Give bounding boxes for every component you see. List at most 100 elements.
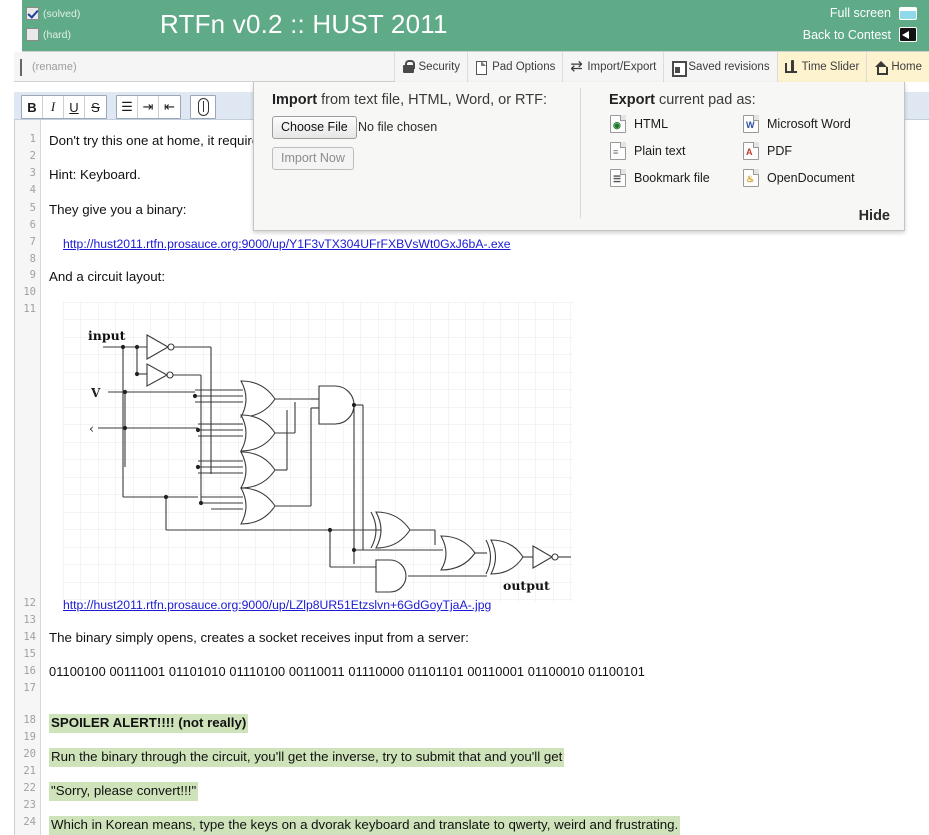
line-number: 13	[23, 614, 36, 626]
spoiler-alert-line: SPOILER ALERT!!!! (not really)	[49, 714, 249, 733]
lock-icon	[402, 60, 416, 74]
line-number: 10	[23, 286, 36, 298]
svg-text:‹: ‹	[89, 422, 94, 437]
save-icon	[671, 60, 688, 77]
doc-line-22: "Sorry, please convert!!!"	[49, 782, 199, 801]
line-number: 9	[29, 269, 36, 281]
line-number: 23	[23, 799, 36, 811]
export-html-label: HTML	[634, 117, 669, 131]
document-icon	[475, 60, 488, 75]
export-plaintext-option[interactable]: ≡ Plain text	[610, 142, 685, 160]
outdent-button[interactable]: ⇤	[159, 96, 180, 118]
home-icon	[874, 60, 889, 75]
line-number-gutter: 1 2 3 4 5 6 7 8 9 10 11 12 13 14 15 16 17 18 19 20 21 22 23 24	[15, 120, 41, 835]
list-button[interactable]: ☰	[117, 96, 138, 118]
line-number: 14	[23, 631, 36, 643]
line-number: 2	[29, 150, 36, 162]
hard-label: (hard)	[43, 28, 72, 41]
export-pdf-option[interactable]: A PDF	[743, 142, 792, 160]
no-file-chosen-label: No file chosen	[358, 120, 438, 134]
indent-button[interactable]: ⇥	[138, 96, 159, 118]
line-number: 12	[23, 597, 36, 609]
word-file-icon: W	[743, 115, 759, 133]
back-to-contest-link[interactable]: Back to Contest	[803, 28, 891, 42]
line-number: 8	[29, 253, 36, 265]
export-opendocument-option[interactable]: ♨ OpenDocument	[743, 169, 855, 187]
italic-button[interactable]: I	[43, 96, 64, 118]
pad-name-cursor	[20, 58, 22, 76]
solved-checkbox[interactable]	[26, 7, 39, 20]
bold-button[interactable]: B	[22, 96, 43, 118]
export-html-option[interactable]: ◉ HTML	[610, 115, 668, 133]
line-number: 1	[29, 133, 36, 145]
import-heading-rest: from text file, HTML, Word, or RTF:	[317, 92, 547, 108]
line-number: 4	[29, 184, 36, 196]
fullscreen-icon[interactable]	[899, 7, 917, 20]
bookmark-file-icon: ☰	[610, 169, 626, 187]
line-number: 15	[23, 648, 36, 660]
pad-menubar: (rename) Security Pad Options Import/Exp…	[0, 52, 929, 82]
text-style-group: B I U S	[21, 95, 107, 119]
line-number: 17	[23, 682, 36, 694]
tab-import-export[interactable]: Import/Export	[562, 52, 664, 82]
doc-line-5: They give you a binary:	[49, 202, 187, 217]
fullscreen-link[interactable]: Full screen	[830, 6, 891, 20]
attachment-button[interactable]	[191, 96, 215, 118]
export-bookmark-label: Bookmark file	[634, 171, 710, 185]
export-heading-strong: Export	[609, 92, 655, 108]
doc-line-9: And a circuit layout:	[49, 269, 166, 284]
export-bookmark-option[interactable]: ☰ Bookmark file	[610, 169, 710, 187]
back-arrow-icon[interactable]	[899, 27, 917, 42]
tab-security-label: Security	[418, 61, 461, 73]
list-indent-group: ☰ ⇥ ⇤	[116, 95, 181, 119]
export-word-option[interactable]: W Microsoft Word	[743, 115, 851, 133]
page-title: RTFn v0.2 :: HUST 2011	[160, 9, 448, 39]
circuit-input-label: input	[88, 328, 126, 343]
tab-time-slider[interactable]: Time Slider	[776, 52, 867, 82]
export-heading: Export current pad as:	[609, 92, 756, 108]
import-export-panel: Import from text file, HTML, Word, or RT…	[253, 82, 905, 231]
tab-pad-options[interactable]: Pad Options	[467, 52, 563, 82]
doc-line-20: Run the binary through the circuit, you'…	[49, 748, 565, 767]
line-number: 7	[29, 236, 36, 248]
binary-payload-line: 01100100 00111001 01101010 01110100 0011…	[49, 664, 646, 679]
pdf-file-icon: A	[743, 142, 759, 160]
line-number: 18	[23, 714, 36, 726]
tab-import-export-label: Import/Export	[587, 61, 657, 73]
underline-button[interactable]: U	[64, 96, 85, 118]
hard-flag-row[interactable]: (hard)	[26, 28, 71, 41]
strikethrough-button[interactable]: S	[85, 96, 106, 118]
rename-label[interactable]: (rename)	[32, 61, 77, 73]
circuit-svg: V ‹ input output	[63, 302, 573, 602]
hide-panel-link[interactable]: Hide	[859, 208, 890, 224]
line-number: 5	[29, 202, 36, 214]
text-file-icon: ≡	[610, 142, 626, 160]
line-number: 22	[23, 782, 36, 794]
line-number: 24	[23, 816, 36, 828]
solved-flag-row[interactable]: (solved)	[26, 7, 80, 20]
doc-line-13: The binary simply opens, creates a socke…	[49, 630, 469, 645]
import-now-button[interactable]: Import Now	[272, 147, 354, 170]
export-word-label: Microsoft Word	[767, 117, 851, 131]
panel-divider	[580, 88, 581, 218]
tab-security[interactable]: Security	[393, 52, 468, 82]
attachment-group	[190, 95, 216, 119]
tab-home-label: Home	[891, 61, 922, 73]
pad-name-area[interactable]: (rename)	[14, 52, 77, 82]
tab-time-slider-label: Time Slider	[801, 61, 860, 73]
binary-download-link[interactable]: http://hust2011.rtfn.prosauce.org:9000/u…	[63, 236, 511, 252]
tab-home[interactable]: Home	[866, 52, 929, 82]
line-number: 20	[23, 748, 36, 760]
menubar-tabs: Security Pad Options Import/Export Saved…	[393, 52, 929, 82]
menubar-left-margin	[0, 52, 14, 82]
tab-saved-revisions[interactable]: Saved revisions	[663, 52, 777, 82]
tab-pad-options-label: Pad Options	[492, 61, 556, 73]
solved-label: (solved)	[43, 7, 81, 20]
choose-file-button[interactable]: Choose File	[272, 116, 357, 139]
paperclip-icon	[197, 98, 209, 116]
html-file-icon: ◉	[610, 115, 626, 133]
hard-checkbox[interactable]	[26, 28, 39, 41]
app-header: (solved) (hard) RTFn v0.2 :: HUST 2011 F…	[0, 0, 929, 52]
circuit-image-link[interactable]: http://hust2011.rtfn.prosauce.org:9000/u…	[63, 597, 491, 613]
tab-saved-revisions-label: Saved revisions	[688, 61, 770, 73]
